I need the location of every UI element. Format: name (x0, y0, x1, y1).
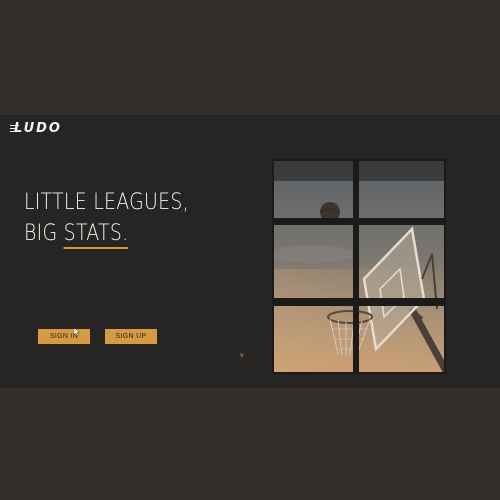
mouse-pointer-icon (74, 328, 80, 336)
bottom-margin (0, 388, 500, 500)
headline-prefix: BIG (24, 221, 64, 246)
top-margin (0, 0, 500, 115)
headline-line-1: LITTLE LEAGUES, (24, 190, 189, 215)
sign-in-button[interactable]: SIGN IN (38, 329, 90, 344)
headline-emphasis: STATS. (63, 221, 129, 249)
sign-up-button[interactable]: SIGN UP (105, 329, 157, 344)
basketball-hoop-photo (272, 159, 446, 374)
scroll-down-icon[interactable]: « (237, 352, 247, 358)
hero-headline: LITTLE LEAGUES, BIG STATS. (24, 187, 189, 249)
brand-logo[interactable]: LUDO (14, 121, 62, 136)
page: LUDO LITTLE LEAGUES, BIG STATS. SIGN IN … (0, 0, 500, 500)
double-chevron-down-icon: « (237, 352, 247, 358)
headline-line-2: BIG STATS. (24, 218, 189, 249)
hero-section: LUDO LITTLE LEAGUES, BIG STATS. SIGN IN … (0, 115, 500, 388)
